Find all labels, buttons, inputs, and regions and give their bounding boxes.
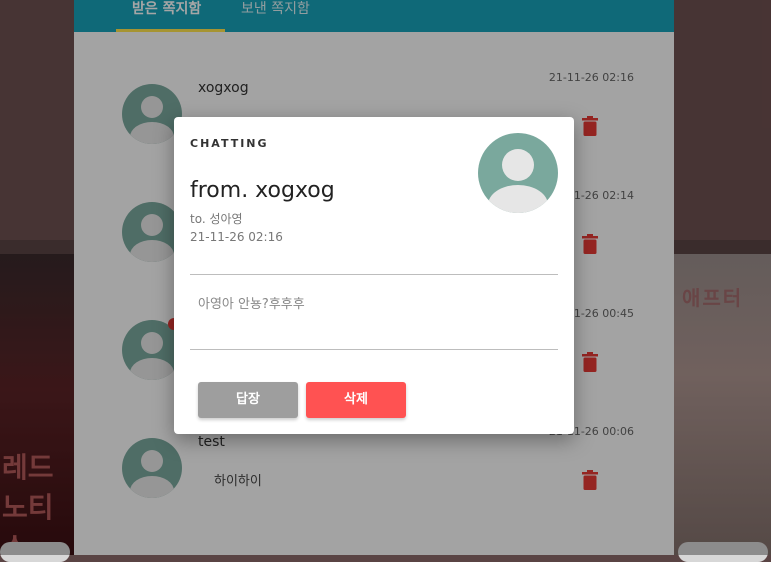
- dialog-overline: CHATTING: [190, 137, 269, 150]
- divider: [190, 349, 558, 350]
- dialog-message-content: 아영아 안뇽?후후후: [198, 297, 305, 312]
- dialog-date: 21-11-26 02:16: [190, 230, 283, 244]
- chat-dialog: CHATTING from. xogxog to. 성아영 21-11-26 0…: [174, 117, 574, 434]
- dialog-avatar: [478, 133, 558, 213]
- dialog-from: from. xogxog: [190, 178, 335, 203]
- divider: [190, 274, 558, 275]
- dialog-to: to. 성아영: [190, 212, 243, 226]
- delete-button[interactable]: 삭제: [306, 382, 406, 418]
- reply-button[interactable]: 답장: [198, 382, 298, 418]
